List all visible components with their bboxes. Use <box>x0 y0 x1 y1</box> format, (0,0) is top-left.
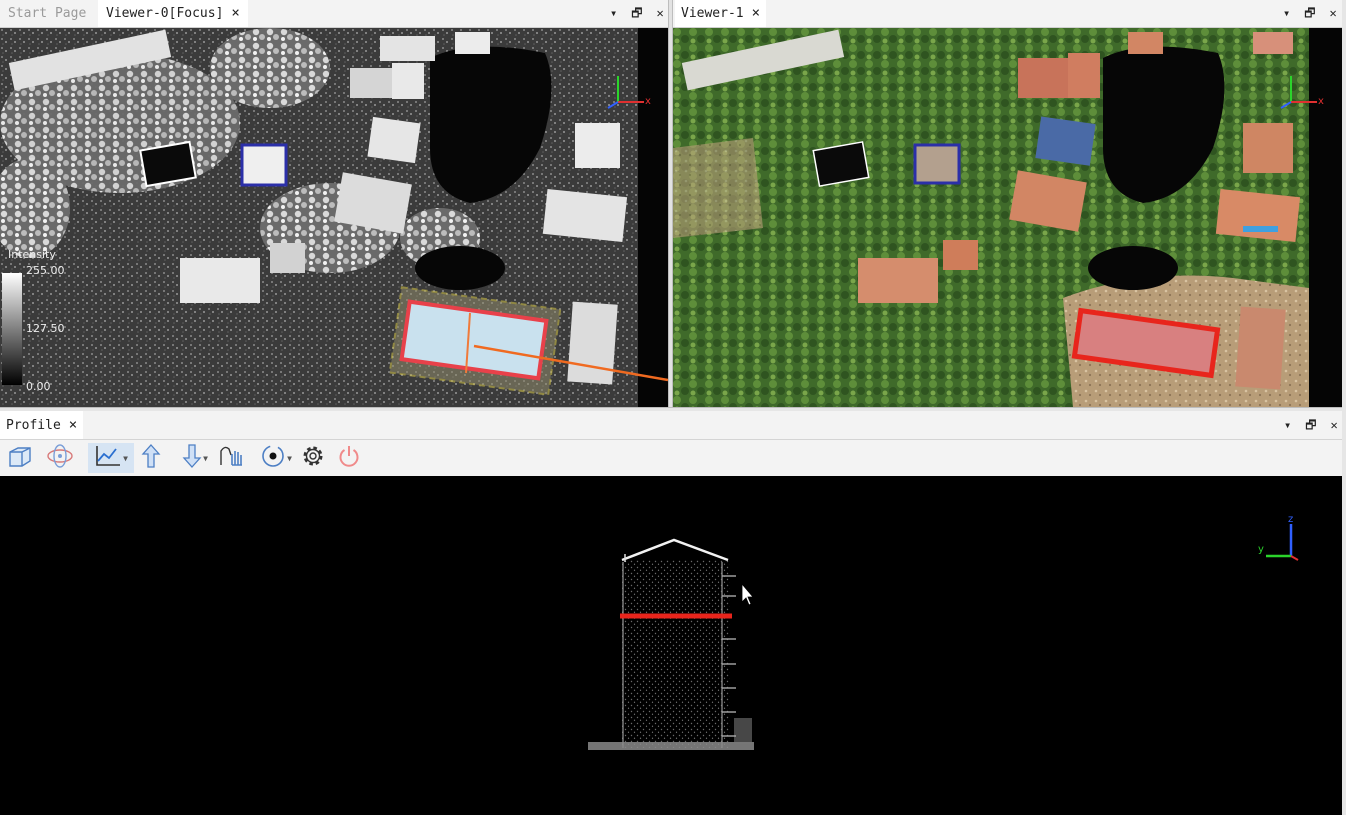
viewer0-tabbar: Start Page Viewer-0[Focus] × ▾ 🗗 ✕ <box>0 0 668 28</box>
settings-button[interactable] <box>298 443 328 473</box>
profile-chart-button[interactable]: ▼ <box>88 443 134 473</box>
viewer1-canvas[interactable]: x <box>673 28 1342 407</box>
window-right-border <box>1342 0 1346 815</box>
close-icon[interactable]: × <box>231 5 239 21</box>
target-point-button[interactable]: ▼ <box>256 443 296 473</box>
tab-start-page-label: Start Page <box>8 6 87 21</box>
close-icon[interactable]: × <box>69 417 77 433</box>
tab-profile[interactable]: Profile × <box>0 411 84 439</box>
tab-viewer-1[interactable]: Viewer-1 × <box>675 0 767 27</box>
pan-hand-button[interactable] <box>218 443 248 473</box>
profile-tabbar: Profile × ▾ 🗗 ✕ <box>0 411 1342 440</box>
chevron-down-icon[interactable]: ▼ <box>123 454 128 463</box>
cube-view-button[interactable] <box>4 443 36 473</box>
arrow-down-button[interactable]: ▼ <box>176 443 214 473</box>
viewer0-point-cloud <box>0 28 668 407</box>
color-bar-mid: 127.50 <box>26 322 65 335</box>
viewer1-tabbar: Viewer-1 × ▾ 🗗 ✕ <box>673 0 1342 28</box>
profile-chart-icon <box>94 444 122 472</box>
dropdown-arrow-icon[interactable]: ▾ <box>610 6 617 20</box>
arrow-up-button[interactable] <box>138 443 164 473</box>
orbit-icon <box>46 443 74 473</box>
viewer0-canvas[interactable]: Intensity 255.00 127.50 0.00 x <box>0 28 668 407</box>
restore-window-icon[interactable]: 🗗 <box>1305 418 1316 432</box>
cube-view-icon <box>7 443 33 473</box>
profile-toolbar: ▼ ▼ ▼ <box>0 440 1342 476</box>
close-window-icon[interactable]: ✕ <box>1330 6 1337 20</box>
chevron-down-icon[interactable]: ▼ <box>287 454 292 463</box>
chevron-down-icon[interactable]: ▼ <box>203 454 208 463</box>
power-button[interactable] <box>334 443 364 473</box>
restore-window-icon[interactable]: 🗗 <box>1304 6 1315 20</box>
color-bar-title: Intensity <box>8 248 56 261</box>
close-icon[interactable]: × <box>752 5 760 21</box>
viewer0-window-controls: ▾ 🗗 ✕ <box>596 0 664 27</box>
tab-profile-label: Profile <box>6 418 61 433</box>
restore-window-icon[interactable]: 🗗 <box>631 6 642 20</box>
axis-y-label: y <box>1258 544 1264 555</box>
viewer1-point-cloud <box>673 28 1342 407</box>
tab-viewer-0-label: Viewer-0[Focus] <box>106 6 224 21</box>
target-point-icon <box>260 443 286 473</box>
arrow-up-icon <box>141 443 161 473</box>
orbit-button[interactable] <box>44 443 76 473</box>
profile-point-cloud <box>588 524 1299 750</box>
tab-viewer-1-label: Viewer-1 <box>681 6 744 21</box>
axis-x-label: x <box>1318 96 1324 107</box>
power-icon <box>336 443 362 473</box>
dropdown-arrow-icon[interactable]: ▾ <box>1283 6 1290 20</box>
tab-start-page[interactable]: Start Page <box>4 0 90 27</box>
color-bar-max: 255.00 <box>26 264 65 277</box>
tab-viewer-0[interactable]: Viewer-0[Focus] × <box>98 0 248 27</box>
pan-hand-icon <box>219 443 247 473</box>
color-bar-min: 0.00 <box>26 380 51 393</box>
settings-gear-icon <box>300 443 326 473</box>
axis-x-label: x <box>645 96 651 107</box>
arrow-down-icon <box>182 443 202 473</box>
viewer1-window-controls: ▾ 🗗 ✕ <box>1269 0 1337 27</box>
axis-z-label: z <box>1288 514 1294 525</box>
profile-window-controls: ▾ 🗗 ✕ <box>1270 411 1338 439</box>
close-window-icon[interactable]: ✕ <box>657 6 664 20</box>
profile-canvas[interactable]: z y <box>0 476 1342 815</box>
close-window-icon[interactable]: ✕ <box>1331 418 1338 432</box>
dropdown-arrow-icon[interactable]: ▾ <box>1284 418 1291 432</box>
